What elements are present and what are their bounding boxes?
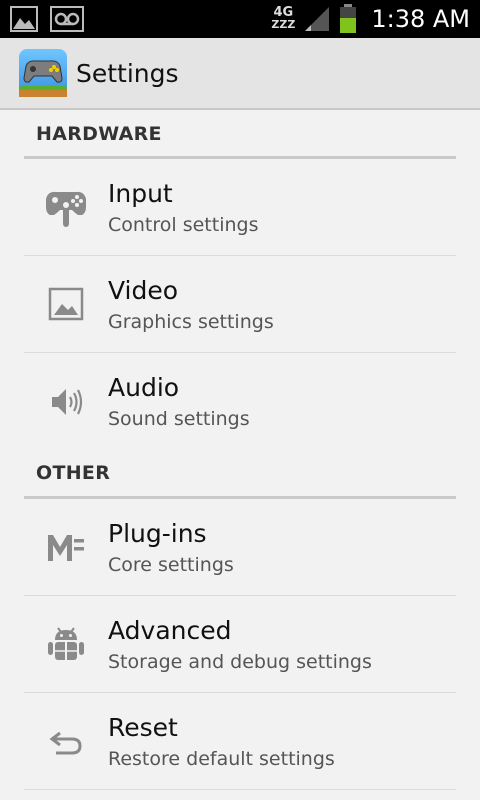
pref-summary: Core settings: [108, 554, 234, 576]
status-bar: 4G ZZZ 1:38 AM: [0, 0, 480, 38]
notification-icons: [10, 6, 84, 32]
system-icons: 4G ZZZ 1:38 AM: [271, 0, 470, 38]
pref-title: Audio: [108, 373, 180, 402]
pref-summary: Restore default settings: [108, 748, 335, 770]
pref-title: Input: [108, 179, 173, 208]
network-sub-label: ZZZ: [271, 18, 296, 31]
signal-icon: [305, 7, 330, 31]
pref-title: Reset: [108, 713, 178, 742]
pref-title: Video: [108, 276, 179, 305]
plugin-icon: [42, 523, 90, 571]
section-header-other: OTHER: [24, 450, 456, 499]
app-logo-icon[interactable]: [18, 48, 68, 98]
picture-notification-icon: [10, 6, 38, 32]
speaker-icon: [42, 378, 90, 426]
gamepad-icon: [42, 183, 90, 231]
pref-summary: Control settings: [108, 214, 259, 236]
settings-list: HARDWARE Input Control settings Video Gr…: [24, 112, 456, 790]
pref-title: Plug-ins: [108, 519, 207, 548]
pref-item-plugins[interactable]: Plug-ins Core settings: [24, 499, 456, 596]
section-header-hardware: HARDWARE: [24, 112, 456, 159]
image-icon: [42, 280, 90, 328]
pref-text-input: Input Control settings: [108, 179, 259, 239]
battery-icon: [340, 4, 357, 33]
network-type: 4G ZZZ: [271, 6, 296, 31]
page-title: Settings: [76, 58, 179, 88]
voicemail-icon: [50, 6, 84, 32]
pref-item-video[interactable]: Video Graphics settings: [24, 256, 456, 353]
pref-summary: Graphics settings: [108, 311, 274, 333]
pref-item-reset[interactable]: Reset Restore default settings: [24, 693, 456, 790]
android-icon: [42, 620, 90, 668]
action-bar: Settings: [0, 38, 480, 110]
pref-text-audio: Audio Sound settings: [108, 373, 250, 433]
pref-summary: Sound settings: [108, 408, 250, 430]
pref-text-plugins: Plug-ins Core settings: [108, 519, 234, 579]
pref-item-input[interactable]: Input Control settings: [24, 159, 456, 256]
pref-title: Advanced: [108, 616, 232, 645]
pref-summary: Storage and debug settings: [108, 651, 372, 673]
pref-item-advanced[interactable]: Advanced Storage and debug settings: [24, 596, 456, 693]
pref-item-audio[interactable]: Audio Sound settings: [24, 353, 456, 450]
pref-text-video: Video Graphics settings: [108, 276, 274, 336]
clock: 1:38 AM: [371, 5, 470, 33]
undo-icon: [42, 717, 90, 765]
pref-text-advanced: Advanced Storage and debug settings: [108, 616, 372, 676]
pref-text-reset: Reset Restore default settings: [108, 713, 335, 773]
